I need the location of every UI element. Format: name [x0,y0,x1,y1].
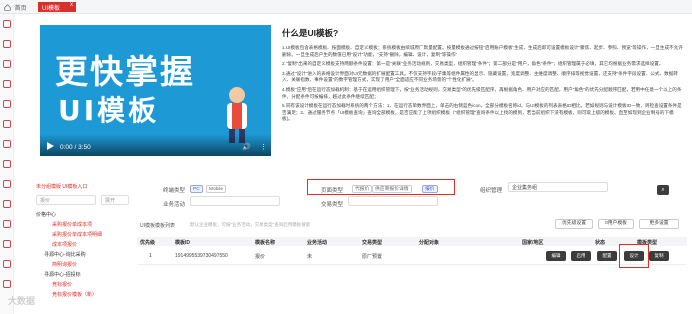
user-template-button[interactable]: 0用户模板 [598,219,634,229]
col-header: 模板ID [175,240,191,246]
left-icon-rail [0,14,14,314]
col-header: 交易类型 [362,240,383,246]
description-paragraph: 4.模板"应用"后在运行态加载机制：基于在运用组织管理下，按"业务活动规则，交易… [282,86,682,99]
volume-icon[interactable]: 🔊 [242,143,251,151]
search-button[interactable]: ⌕ [657,185,669,195]
org-select[interactable]: 企业集务组 [508,182,608,192]
tab-ui-template[interactable]: UI模板 x [38,2,76,12]
description-paragraph: 2."复制"出来的自定义模板支持两额条件设置：第一是"关联"业务活动规则，交易类… [282,61,664,67]
expand-select-label: 展开 [105,198,116,204]
tab-home-label: 首页 [14,6,27,12]
edit-button[interactable]: 编辑 [546,251,566,261]
watermark: 大数据 [8,296,36,306]
top-tab-bar: 首页 UI模板 x [0,0,692,14]
rail-icon-7[interactable] [3,140,11,148]
rail-icon-13[interactable] [3,260,11,268]
highlight-box-design [619,244,649,268]
cell: 报价 [255,254,266,260]
rail-icon-12[interactable] [3,240,11,248]
tree-item[interactable]: 简明询报价 [36,260,136,270]
rail-icon-3[interactable] [3,60,11,68]
description-panel: 什么是UI模板? 1.UI模板包含表格模板、按面模板、自定义模板；系统模板由缤城… [282,27,684,126]
tab-home[interactable]: 首页 [4,3,27,12]
cell: 1 [149,253,152,259]
video-title-line1: 更快掌握 [55,52,195,91]
page-type-chip[interactable]: 代报价 [352,185,373,193]
table-header: 优先级 模板ID 模板名称 业务活动 交易类型 分配对象 国家/地区 状态 模板… [137,237,687,246]
template-search-input[interactable]: 报价 [36,195,96,205]
col-header: 国家/地区 [522,240,544,246]
enable-button[interactable]: 启用 [571,251,591,261]
cell: 原厂预置 [362,254,383,260]
template-search-value: 报价 [40,198,51,204]
description-paragraph: 3.通过"设计"进入的表格设计界面对UI元数据的扩展配置工具。不仅支持字段/子集… [282,70,678,83]
col-header: 分配对象 [419,240,440,246]
config-button[interactable]: 配置 [597,251,617,261]
biz-activity-select[interactable] [190,196,280,206]
rail-icon-5[interactable] [3,100,11,108]
org-label: 组织管理 [480,188,503,194]
pc-chip[interactable]: PC [190,185,203,193]
tx-type-label: 交易类型 [321,202,344,208]
tree-item[interactable]: 价格中心 [36,210,136,220]
rail-icon-1[interactable] [3,20,11,28]
cell: 1914995539730497550 [175,253,228,259]
tree-item[interactable]: 成本项报价 [36,240,136,250]
col-header: 优先级 [140,240,156,246]
col-header: 模板名称 [255,240,276,246]
copy-button[interactable]: 复制 [649,251,669,261]
rail-icon-9[interactable] [3,180,11,188]
rail-icon-8[interactable] [3,160,11,168]
org-select-value: 企业集务组 [512,185,538,191]
tree-item[interactable]: 采购报价单成本项 [36,220,136,230]
tree-item[interactable]: 竞标报价 [36,280,136,290]
terminal-type-label: 终端类型 [163,188,186,194]
page-type-label: 页面类型 [321,188,344,194]
rail-icon-11[interactable] [3,220,11,228]
list-title: UI模板模板列表 [140,223,176,229]
category-tree: 价格中心 采购报价单成本项 采购报价单成本项明细 成本项报价 寻源中心-询比采购 简明询报… [36,210,136,300]
more-settings-button[interactable]: 更多设置 [639,219,679,229]
list-note: 默认企业模板，可按"业务活动，交易类型"查询启用模板搜索 [190,222,311,227]
left-panel-header: 未分组模版 UI模板入口 [36,183,87,190]
rail-icon-4[interactable] [3,80,11,88]
play-icon[interactable] [47,142,54,150]
ui-entry-link[interactable]: UI模板入口 [62,184,87,190]
mobile-chip[interactable]: Mobile [206,185,227,193]
intro-video-player[interactable]: 更快掌握 UI模板 0:00 / 3:50 🔊 ⋮ [40,25,271,156]
tree-item[interactable]: 寻源中心-招投标 [36,270,136,280]
rail-icon-10[interactable] [3,200,11,208]
description-paragraph: 5.同有该设计模板在运行态加载时系统的两个方法：1、在运行态单数界面上，单击的右… [282,103,682,122]
page-type-chip[interactable]: 报价 [422,185,438,193]
ungrouped-link[interactable]: 未分组模版 [36,184,61,190]
col-header: 业务活动 [307,240,328,246]
description-title: 什么是UI模板? [282,28,339,38]
page-type-chip[interactable]: 供应商报价详情 [372,185,412,193]
priority-settings-button[interactable]: 优先级设置 [555,219,593,229]
tree-item[interactable]: 采购报价单成本项明细 [36,230,136,240]
tx-type-select[interactable] [348,196,438,206]
tree-item[interactable]: 竞标报价模板（新） [36,290,136,300]
rail-icon-2[interactable] [3,40,11,48]
description-paragraph: 1.UI模板包含表格模板、按面模板、自定义模板；系统模板由缤城原厂默量配置。按量… [282,45,683,57]
col-header: 状态 [595,240,606,246]
video-controls: 0:00 / 3:50 🔊 ⋮ [40,134,271,156]
video-title-line2: UI模板 [58,94,160,127]
home-icon [4,4,11,11]
tab-ui-template-label: UI模板 [42,6,61,12]
expand-select[interactable]: 展开 [101,195,129,205]
more-icon[interactable]: ⋮ [260,143,267,151]
rail-icon-6[interactable] [3,120,11,128]
biz-activity-label: 业务活动 [163,202,186,208]
cell: 未 [307,254,313,260]
close-tab-icon[interactable]: x [70,2,73,8]
rail-icon-14[interactable] [3,280,11,288]
tree-item[interactable]: 寻源中心-询比采购 [36,250,136,260]
video-time: 0:00 / 3:50 [60,144,91,151]
